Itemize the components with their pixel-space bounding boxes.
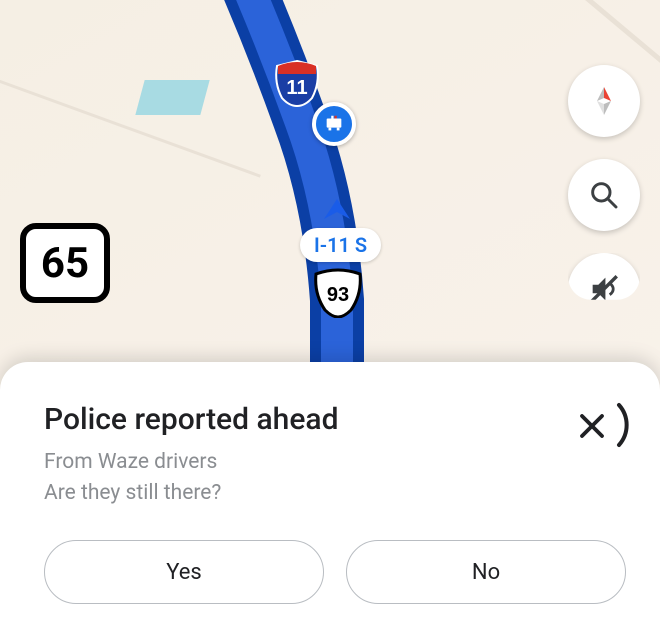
compass-icon bbox=[587, 84, 621, 118]
mute-icon bbox=[587, 272, 621, 306]
road-label: I-11 S bbox=[300, 228, 381, 262]
response-buttons: Yes No bbox=[44, 540, 626, 604]
no-button[interactable]: No bbox=[346, 540, 626, 604]
close-icon bbox=[577, 411, 607, 441]
search-button[interactable] bbox=[568, 159, 640, 231]
report-question: Are they still there? bbox=[44, 478, 626, 508]
map-viewport: 11 I-11 S 93 bbox=[0, 0, 660, 644]
close-area bbox=[564, 392, 630, 458]
heading-chevron-icon bbox=[322, 197, 352, 223]
report-sheet: Police reported ahead From Waze drivers … bbox=[0, 362, 660, 644]
close-button[interactable] bbox=[572, 406, 612, 446]
us-route-shield: 93 bbox=[313, 268, 363, 318]
police-pin-icon[interactable] bbox=[312, 102, 356, 146]
mute-button[interactable] bbox=[568, 253, 640, 325]
yes-button[interactable]: Yes bbox=[44, 540, 324, 604]
interstate-shield: 11 bbox=[272, 58, 322, 108]
report-source: From Waze drivers bbox=[44, 447, 626, 477]
us-route-number: 93 bbox=[327, 284, 349, 306]
interstate-number: 11 bbox=[286, 77, 307, 99]
search-icon bbox=[588, 179, 620, 211]
speed-limit-sign: 65 bbox=[20, 223, 110, 303]
report-title: Police reported ahead bbox=[44, 402, 626, 437]
fab-column bbox=[568, 65, 640, 325]
compass-button[interactable] bbox=[568, 65, 640, 137]
